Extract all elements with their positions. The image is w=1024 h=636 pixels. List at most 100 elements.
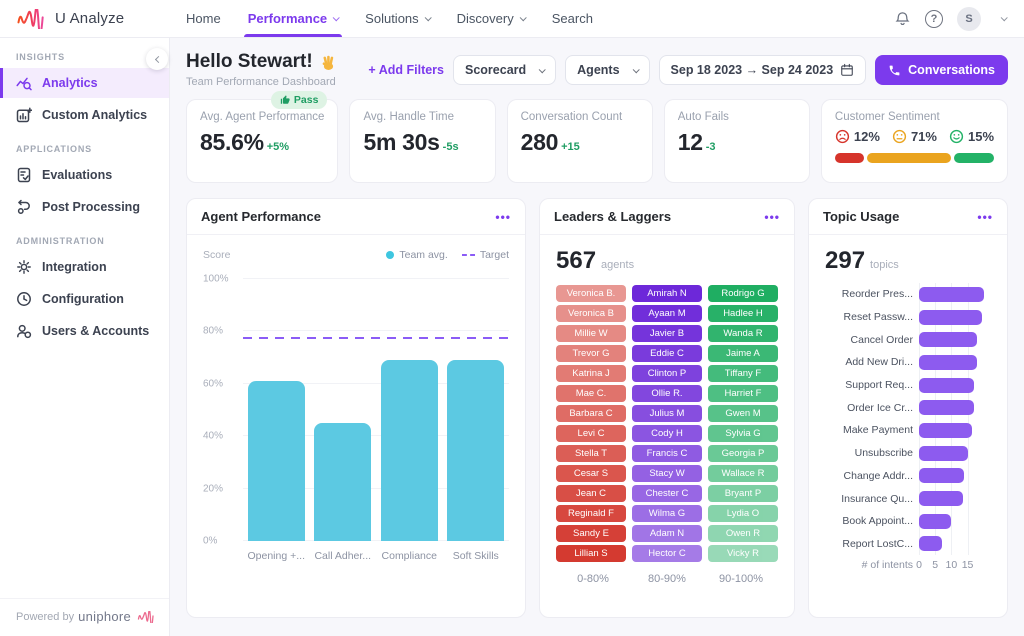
agent-chip[interactable]: Jean C [556,485,626,502]
topic-row: Reset Passw... [825,306,991,329]
agents-select[interactable]: Agents [565,55,649,85]
agent-chip[interactable]: Cody H [632,425,702,442]
agent-chip[interactable]: Adam N [632,525,702,542]
kpi-delta: -3 [706,141,716,153]
agent-chip[interactable]: Levi C [556,425,626,442]
agent-chip[interactable]: Tiffany F [708,365,778,382]
agent-chip[interactable]: Vicky R [708,545,778,562]
agent-chip[interactable]: Francis C [632,445,702,462]
section-label-administration: ADMINISTRATION [16,236,169,246]
agent-chip[interactable]: Clinton P [632,365,702,382]
agent-chip[interactable]: Georgia P [708,445,778,462]
agent-chip[interactable]: Gwen M [708,405,778,422]
scorecard-select[interactable]: Scorecard [453,55,556,85]
sentiment-bar-negative [835,153,864,163]
agent-chip[interactable]: Owen R [708,525,778,542]
panel-menu-button[interactable]: ••• [977,210,993,224]
kpi-title: Conversation Count [521,111,639,123]
agent-chip[interactable]: Javier B [632,325,702,342]
agent-chip[interactable]: Cesar S [556,465,626,482]
topic-track [919,355,987,370]
topic-row: Insurance Qu... [825,487,991,510]
agent-chip[interactable]: Stella T [556,445,626,462]
agent-chip[interactable]: Julius M [632,405,702,422]
agent-chip[interactable]: Eddie C [632,345,702,362]
leaders-laggers-ranges: 0-80%80-90%90-100% [556,573,778,585]
agent-chip[interactable]: Rodrigo G [708,285,778,302]
sidebar-item-integration[interactable]: Integration [0,252,169,282]
topic-row: Support Req... [825,374,991,397]
date-range-picker[interactable]: Sep 18 2023 → Sep 24 2023 [659,55,867,85]
topic-track [919,332,987,347]
avatar[interactable]: S [957,7,981,31]
agent-chip[interactable]: Veronica B. [556,285,626,302]
kpi-value: 280 [521,129,558,156]
agent-chip[interactable]: Millie W [556,325,626,342]
waving-hand-icon [320,54,337,71]
account-menu-chevron-icon[interactable] [1001,14,1008,21]
agent-chip[interactable]: Harriet F [708,385,778,402]
conversations-button[interactable]: Conversations [875,55,1008,85]
agent-chip[interactable]: Mae C. [556,385,626,402]
notifications-bell-icon[interactable] [894,10,911,27]
nav-home[interactable]: Home [186,0,221,37]
agent-chip[interactable]: Trevor G [556,345,626,362]
sidebar-item-users-accounts[interactable]: Users & Accounts [0,316,169,346]
configuration-dial-icon [16,291,32,307]
agent-chip[interactable]: Ayaan M [632,305,702,322]
nav-search[interactable]: Search [552,0,593,37]
agent-chip[interactable]: Ollie R. [632,385,702,402]
agent-chip[interactable]: Wilma G [632,505,702,522]
agent-chip[interactable]: Bryant P [708,485,778,502]
nav-solutions[interactable]: Solutions [365,0,429,37]
sidebar-item-custom-analytics[interactable]: Custom Analytics [0,100,169,130]
x-axis-title: # of intents [825,559,913,573]
scorecard-select-value: Scorecard [465,63,526,77]
x-axis-tick: Compliance [376,550,443,562]
chevron-down-icon [519,14,526,21]
agent-chip[interactable]: Veronica B [556,305,626,322]
agent-chip[interactable]: Sylvia G [708,425,778,442]
evaluations-checklist-icon [16,167,32,183]
agent-chip[interactable]: Katrina J [556,365,626,382]
agent-chip[interactable]: Reginald F [556,505,626,522]
agent-chip[interactable]: Lydia O [708,505,778,522]
agent-chip[interactable]: Barbara C [556,405,626,422]
sidebar-item-post-processing[interactable]: Post Processing [0,192,169,222]
agent-chip[interactable]: Hadlee H [708,305,778,322]
agent-chip[interactable]: Lillian S [556,545,626,562]
help-icon[interactable]: ? [925,10,943,28]
bars-group [243,279,509,541]
add-filters-button[interactable]: + Add Filters [368,63,444,77]
agent-chip[interactable]: Jaime A [708,345,778,362]
bar-column [443,279,510,541]
topic-label: Reorder Pres... [825,288,913,300]
agent-chip[interactable]: Chester C [632,485,702,502]
sidebar-item-evaluations[interactable]: Evaluations [0,160,169,190]
agent-chip[interactable]: Hector C [632,545,702,562]
topic-label: Insurance Qu... [825,493,913,505]
topic-bar [919,423,972,438]
agent-chip[interactable]: Amirah N [632,285,702,302]
agent-chip[interactable]: Stacy W [632,465,702,482]
sidebar-collapse-button[interactable] [146,48,168,70]
topic-label: Reset Passw... [825,311,913,323]
custom-chart-icon [16,107,32,123]
sidebar-item-analytics[interactable]: Analytics [0,68,169,98]
agent-chip[interactable]: Wanda R [708,325,778,342]
panel-menu-button[interactable]: ••• [495,210,511,224]
topic-row: Reorder Pres... [825,283,991,306]
sidebar-item-configuration[interactable]: Configuration [0,284,169,314]
sidebar-item-label: Analytics [42,76,98,90]
topic-label: Change Addr... [825,470,913,482]
agent-chip[interactable]: Sandy E [556,525,626,542]
top-navigation: U Analyze Home Performance Solutions Dis… [0,0,1024,38]
nav-discovery[interactable]: Discovery [457,0,525,37]
sentiment-positive: 15% [949,129,994,144]
agent-chip[interactable]: Wallace R [708,465,778,482]
y-axis-title: Score [203,249,230,261]
nav-performance[interactable]: Performance [248,0,338,37]
brand[interactable]: U Analyze [0,9,170,29]
panel-menu-button[interactable]: ••• [764,210,780,224]
sentiment-negative: 12% [835,129,880,144]
